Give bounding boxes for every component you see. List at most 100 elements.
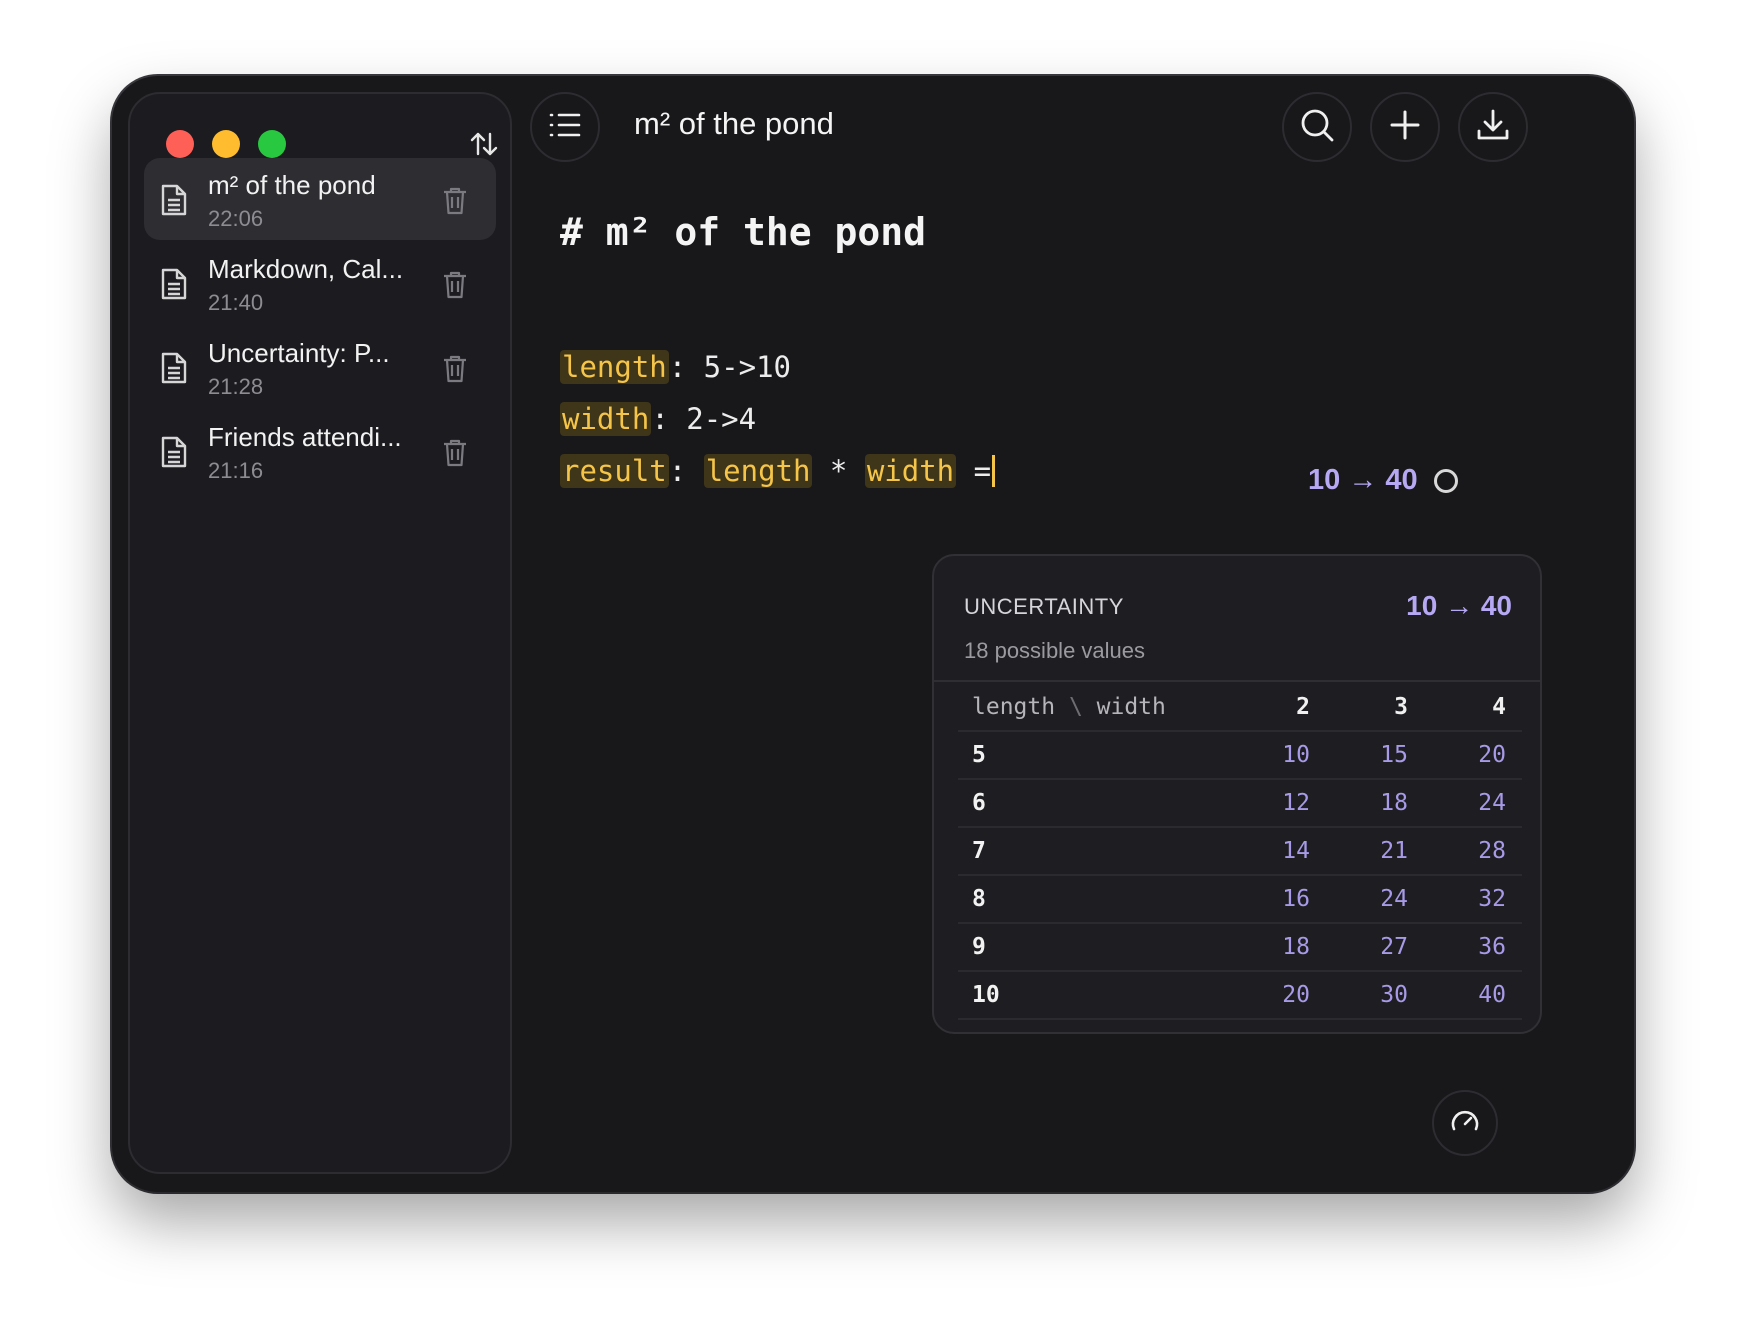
table-cell: 24: [1326, 875, 1424, 924]
download-button[interactable]: [1458, 92, 1528, 162]
column-header: 4: [1424, 684, 1522, 732]
search-icon: [1299, 107, 1335, 148]
close-window-button[interactable]: [166, 130, 194, 158]
table-cell: 16: [1228, 875, 1326, 924]
table-row: 8 16 24 32: [958, 875, 1522, 924]
row-header: 5: [958, 731, 1228, 780]
app-window: m² of the pond 22:06 Markdown, Cal... 21…: [112, 76, 1634, 1192]
table-cell: 12: [1228, 779, 1326, 828]
variable: width: [864, 454, 957, 488]
minimize-window-button[interactable]: [212, 130, 240, 158]
document-icon: [160, 267, 188, 301]
editor-line: length: 5->10: [560, 350, 791, 384]
popup-count: 18 possible values: [964, 638, 1146, 663]
trash-icon[interactable]: [442, 438, 468, 468]
trash-icon[interactable]: [442, 186, 468, 216]
table-cell: 36: [1424, 923, 1522, 972]
table-cell: 27: [1326, 923, 1424, 972]
note-item[interactable]: Friends attendi... 21:16: [144, 410, 496, 492]
list-icon: [548, 111, 582, 144]
expression: : 5->10: [668, 350, 791, 384]
table-cell: 20: [1228, 971, 1326, 1020]
table-cell: 40: [1424, 971, 1522, 1020]
table-cell: 18: [1228, 923, 1326, 972]
colon: :: [668, 454, 704, 488]
table-cell: 14: [1228, 827, 1326, 876]
table-cell: 18: [1326, 779, 1424, 828]
table-cell: 20: [1424, 731, 1522, 780]
menu-button[interactable]: [530, 92, 600, 162]
table-row: 7 14 21 28: [958, 827, 1522, 876]
table-row: 10 20 30 40: [958, 971, 1522, 1020]
variable: length: [560, 350, 669, 384]
download-icon: [1475, 107, 1511, 148]
note-time: 21:28: [208, 374, 264, 399]
row-header: 6: [958, 779, 1228, 828]
row-header: 7: [958, 827, 1228, 876]
note-item[interactable]: Markdown, Cal... 21:40: [144, 242, 496, 324]
note-title: m² of the pond: [208, 170, 376, 200]
operator: *: [812, 454, 865, 488]
performance-button[interactable]: [1432, 1090, 1498, 1156]
table-cell: 30: [1326, 971, 1424, 1020]
plus-icon: [1389, 109, 1421, 146]
gauge-icon: [1449, 1105, 1481, 1142]
variable: result: [560, 454, 669, 488]
column-variable: width: [1096, 694, 1166, 720]
main-pane: m² of the pond # m² of the pond length: …: [512, 76, 1634, 1192]
uncertainty-table: length \ width 2 3 4 5 10 15 20 6 12 18 …: [958, 684, 1522, 1020]
note-time: 22:06: [208, 206, 264, 231]
note-heading: # m² of the pond: [560, 210, 927, 254]
document-icon: [160, 351, 188, 385]
sort-icon[interactable]: [468, 128, 500, 160]
note-title: Friends attendi...: [208, 422, 402, 452]
table-row: 5 10 15 20: [958, 731, 1522, 780]
table-row: 9 18 27 36: [958, 923, 1522, 972]
row-header: 8: [958, 875, 1228, 924]
table-cell: 15: [1326, 731, 1424, 780]
variable: width: [560, 402, 652, 436]
variable: length: [703, 454, 813, 488]
table-cell: 21: [1326, 827, 1424, 876]
uncertainty-popup: UNCERTAINTY 10 → 40 18 possible values l…: [932, 554, 1542, 1034]
row-header: 10: [958, 971, 1228, 1020]
search-button[interactable]: [1282, 92, 1352, 162]
editor-line: width: 2->4: [560, 402, 756, 436]
circle-icon: [1433, 469, 1458, 493]
popup-range: 10 → 40: [1406, 590, 1512, 621]
row-variable: length: [972, 694, 1056, 720]
text-caret: [992, 455, 996, 487]
expression: : 2->4: [651, 402, 757, 436]
zoom-window-button[interactable]: [258, 130, 286, 158]
trash-icon[interactable]: [442, 270, 468, 300]
new-note-button[interactable]: [1370, 92, 1440, 162]
popup-label: UNCERTAINTY: [964, 594, 1124, 619]
note-time: 21:40: [208, 290, 264, 315]
column-header: 2: [1228, 684, 1326, 732]
row-header: 9: [958, 923, 1228, 972]
divider: [934, 680, 1540, 682]
equals: =: [956, 454, 992, 488]
note-time: 21:16: [208, 458, 264, 483]
sidebar: m² of the pond 22:06 Markdown, Cal... 21…: [128, 92, 512, 1174]
result-line: result: length * width =: [560, 454, 996, 488]
document-icon: [160, 435, 188, 469]
note-title: Markdown, Cal...: [208, 254, 404, 284]
note-item[interactable]: m² of the pond 22:06: [144, 158, 496, 240]
table-cell: 10: [1228, 731, 1326, 780]
table-cell: 24: [1424, 779, 1522, 828]
trash-icon[interactable]: [442, 354, 468, 384]
page-title: m² of the pond: [634, 106, 834, 141]
note-item[interactable]: Uncertainty: P... 21:28: [144, 326, 496, 408]
table-cell: 28: [1424, 827, 1522, 876]
table-corner-header: length \ width: [958, 684, 1228, 732]
document-icon: [160, 183, 188, 217]
table-row: 6 12 18 24: [958, 779, 1522, 828]
column-header: 3: [1326, 684, 1424, 732]
corner-separator: \: [1055, 694, 1097, 720]
note-title: Uncertainty: P...: [208, 338, 390, 368]
inline-result[interactable]: 10 → 40: [1308, 464, 1458, 497]
table-cell: 32: [1424, 875, 1522, 924]
table-header-row: length \ width 2 3 4: [958, 684, 1522, 732]
inline-result-value: 10 → 40: [1308, 464, 1418, 496]
